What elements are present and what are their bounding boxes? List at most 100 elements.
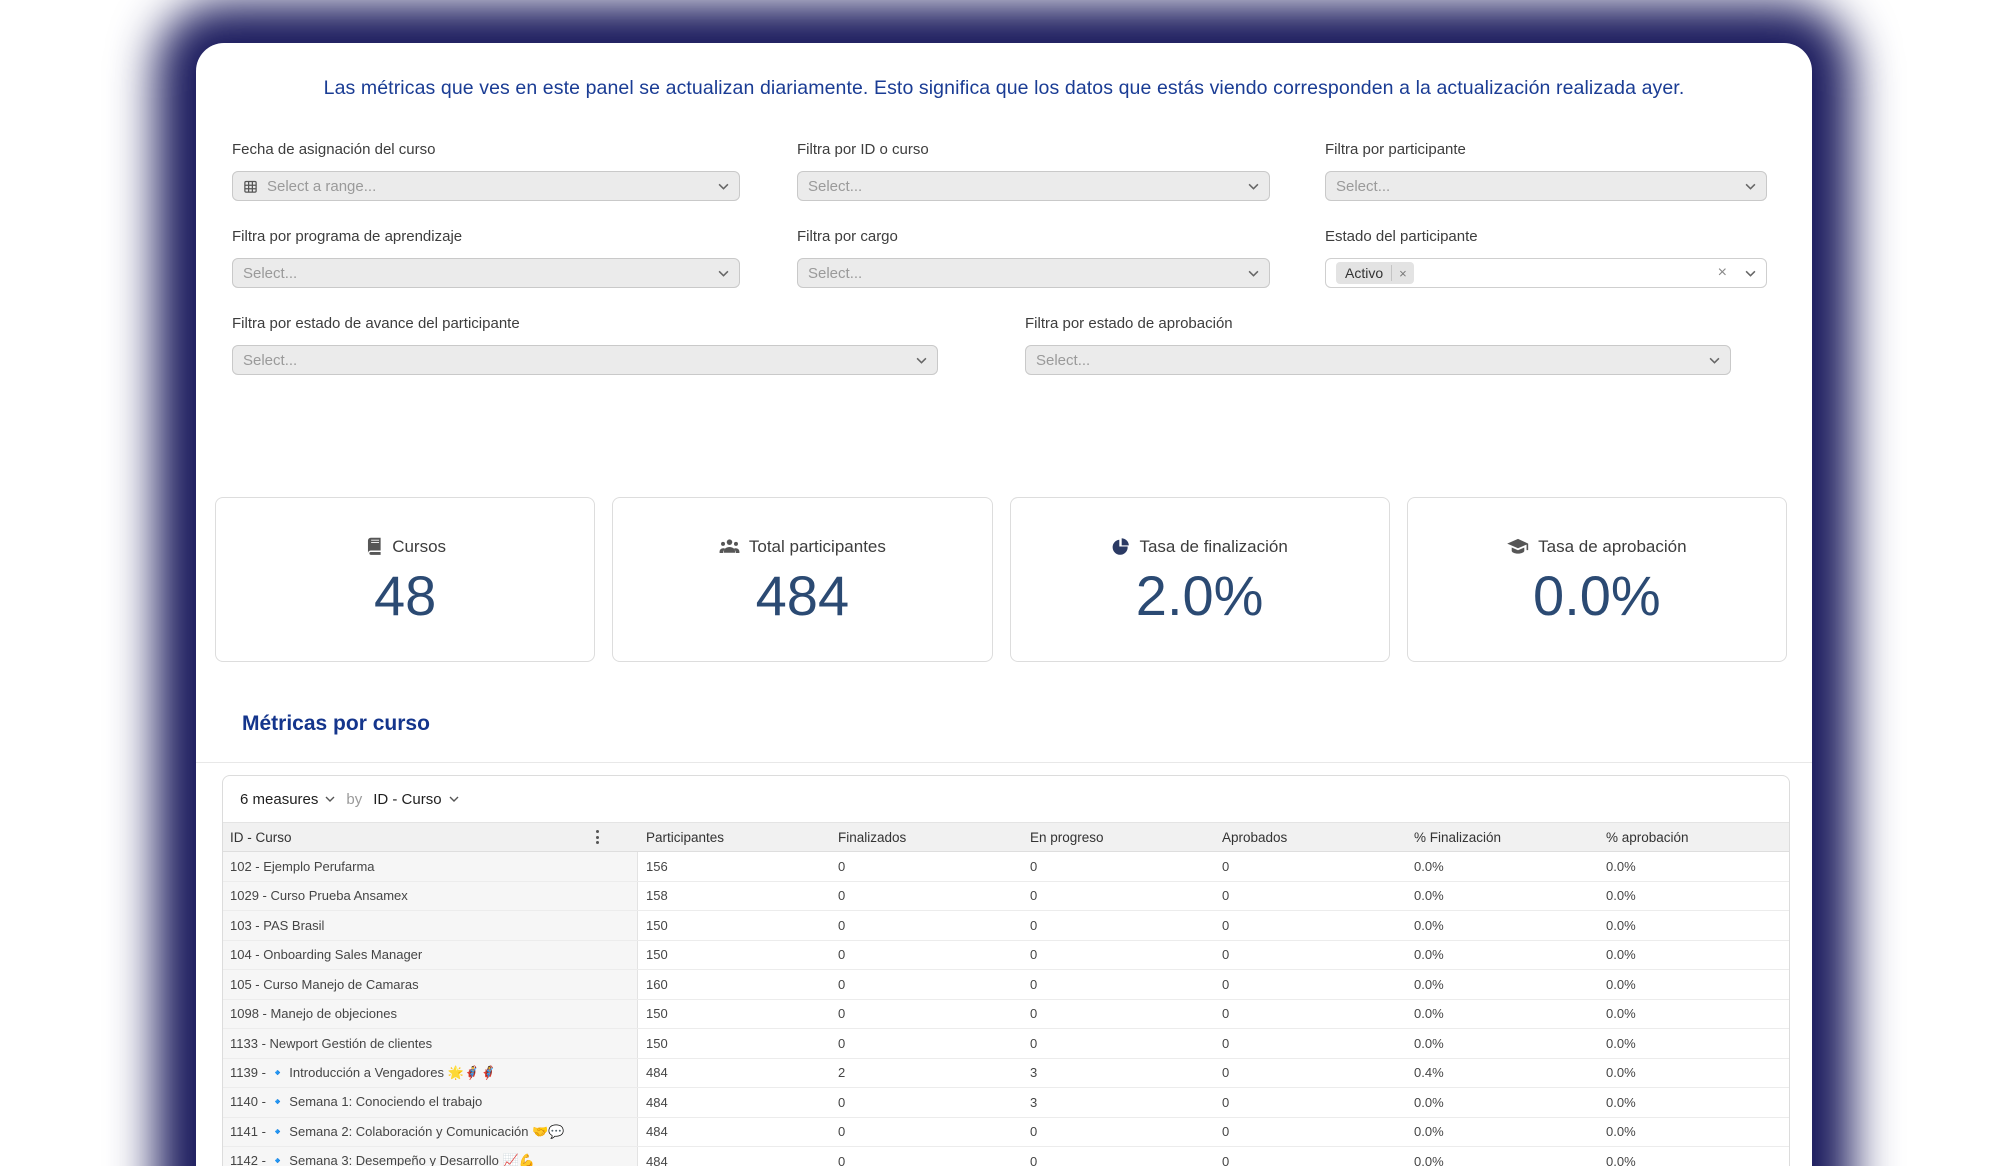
table-row[interactable]: 102 - Ejemplo Perufarma1560000.0%0.0% — [223, 852, 1789, 882]
select-placeholder: Select... — [808, 178, 1240, 195]
metric-cell: 0.0% — [1598, 1147, 1789, 1166]
job-title-select[interactable]: Select... — [797, 258, 1270, 288]
chevron-down-icon[interactable] — [325, 796, 335, 802]
metric-cell: 0 — [830, 1088, 1022, 1117]
approval-status-select[interactable]: Select... — [1025, 345, 1731, 375]
metric-value: 484 — [756, 565, 849, 627]
program-select[interactable]: Select... — [232, 258, 740, 288]
metric-cell: 0 — [1214, 882, 1406, 911]
filter-label: Filtra por estado de avance del particip… — [232, 315, 938, 332]
metric-cell: 0 — [1214, 1059, 1406, 1088]
metric-cell: 0.0% — [1598, 911, 1789, 940]
metric-cell: 0.0% — [1406, 970, 1598, 999]
course-name-cell: 1029 - Curso Prueba Ansamex — [223, 882, 638, 911]
graduation-cap-icon — [1507, 538, 1529, 556]
metric-cell: 484 — [638, 1118, 830, 1147]
filter-label: Estado del participante — [1325, 228, 1767, 245]
column-header-en-progreso[interactable]: En progreso — [1022, 830, 1214, 845]
table-row[interactable]: 1133 - Newport Gestión de clientes150000… — [223, 1029, 1789, 1059]
filter-label: Filtra por programa de aprendizaje — [232, 228, 740, 245]
course-select[interactable]: Select... — [797, 171, 1270, 201]
participant-select[interactable]: Select... — [1325, 171, 1767, 201]
selected-option-chip[interactable]: Activo × — [1336, 262, 1414, 284]
clear-filter-icon[interactable]: × — [1718, 264, 1727, 282]
course-name-cell: 104 - Onboarding Sales Manager — [223, 941, 638, 970]
column-header-participantes[interactable]: Participantes — [638, 830, 830, 845]
metric-value: 0.0% — [1533, 565, 1661, 627]
metric-cell: 0 — [1022, 882, 1214, 911]
metric-cell: 3 — [1022, 1088, 1214, 1117]
section-title: Métricas por curso — [242, 712, 430, 736]
chevron-down-icon — [1248, 183, 1259, 190]
metric-cell: 0 — [830, 852, 1022, 881]
dashboard-card: Las métricas que ves en este panel se ac… — [196, 43, 1812, 1166]
filter-approval-status: Filtra por estado de aprobación Select..… — [1025, 315, 1731, 375]
metric-cell: 0 — [1214, 852, 1406, 881]
table-row[interactable]: 1140 - 🔹 Semana 1: Conociendo el trabajo… — [223, 1088, 1789, 1118]
table-row[interactable]: 105 - Curso Manejo de Camaras1600000.0%0… — [223, 970, 1789, 1000]
participant-status-select[interactable]: Activo × × — [1325, 258, 1767, 288]
metric-cell: 0.4% — [1406, 1059, 1598, 1088]
section-divider — [196, 762, 1812, 763]
metric-cell: 150 — [638, 1029, 830, 1058]
metric-cell: 160 — [638, 970, 830, 999]
select-placeholder: Select... — [243, 265, 710, 282]
column-header-id-curso[interactable]: ID - Curso — [223, 827, 638, 847]
table-row[interactable]: 1142 - 🔹 Semana 3: Desempeño y Desarroll… — [223, 1147, 1789, 1166]
calendar-icon — [243, 179, 258, 194]
metric-cell: 0 — [1022, 941, 1214, 970]
select-placeholder: Select... — [808, 265, 1240, 282]
chevron-down-icon[interactable] — [449, 796, 459, 802]
metric-cell: 2 — [830, 1059, 1022, 1088]
metric-cell: 0 — [1022, 911, 1214, 940]
date-range-select[interactable]: Select a range... — [232, 171, 740, 201]
metric-cell: 150 — [638, 911, 830, 940]
table-row[interactable]: 1139 - 🔹 Introducción a Vengadores 🌟🦸‍♂️… — [223, 1059, 1789, 1089]
table-row[interactable]: 1141 - 🔹 Semana 2: Colaboración y Comuni… — [223, 1118, 1789, 1148]
column-header-finalizacion-pct[interactable]: % Finalización — [1406, 830, 1598, 845]
metric-cell: 0 — [1022, 970, 1214, 999]
metric-cell: 0.0% — [1406, 941, 1598, 970]
metric-cell: 484 — [638, 1059, 830, 1088]
filter-label: Fecha de asignación del curso — [232, 141, 740, 158]
metric-label: Total participantes — [749, 537, 886, 557]
metric-value: 48 — [374, 565, 436, 627]
metric-cell: 0 — [1214, 911, 1406, 940]
table-row[interactable]: 1098 - Manejo de objeciones1500000.0%0.0… — [223, 1000, 1789, 1030]
metric-cell: 0 — [1022, 1118, 1214, 1147]
column-header-aprobacion-pct[interactable]: % aprobación — [1598, 830, 1789, 845]
select-placeholder: Select... — [1336, 178, 1737, 195]
metric-cell: 0 — [1214, 970, 1406, 999]
metric-cell: 0 — [1022, 1147, 1214, 1166]
course-name-cell: 1139 - 🔹 Introducción a Vengadores 🌟🦸‍♂️… — [223, 1059, 638, 1088]
remove-option-icon[interactable]: × — [1392, 266, 1414, 281]
course-name-cell: 1140 - 🔹 Semana 1: Conociendo el trabajo — [223, 1088, 638, 1117]
column-header-aprobados[interactable]: Aprobados — [1214, 830, 1406, 845]
dimension-dropdown[interactable]: ID - Curso — [373, 791, 441, 808]
metric-cell: 0 — [1214, 1118, 1406, 1147]
metric-cell: 0.0% — [1598, 1000, 1789, 1029]
kebab-menu-icon[interactable] — [593, 827, 602, 847]
metric-cell: 0 — [1214, 1000, 1406, 1029]
users-icon — [719, 537, 740, 556]
metric-cell: 0 — [1214, 941, 1406, 970]
metric-cell: 156 — [638, 852, 830, 881]
table-row[interactable]: 103 - PAS Brasil1500000.0%0.0% — [223, 911, 1789, 941]
chevron-down-icon — [718, 183, 729, 190]
metric-cell: 0 — [1022, 852, 1214, 881]
filter-course-id: Filtra por ID o curso Select... — [797, 141, 1270, 201]
table-row[interactable]: 1029 - Curso Prueba Ansamex1580000.0%0.0… — [223, 882, 1789, 912]
measures-dropdown[interactable]: 6 measures — [240, 791, 318, 808]
metric-cell: 158 — [638, 882, 830, 911]
table-header-row: ID - Curso Participantes Finalizados En … — [223, 823, 1789, 852]
by-label: by — [346, 791, 362, 808]
metric-cell: 0 — [830, 1118, 1022, 1147]
column-header-finalizados[interactable]: Finalizados — [830, 830, 1022, 845]
filter-label: Filtra por cargo — [797, 228, 1270, 245]
chevron-down-icon — [1745, 270, 1756, 277]
table-row[interactable]: 104 - Onboarding Sales Manager1500000.0%… — [223, 941, 1789, 971]
metric-cell: 0 — [1022, 1029, 1214, 1058]
progress-status-select[interactable]: Select... — [232, 345, 938, 375]
metric-cell: 0.0% — [1598, 1118, 1789, 1147]
metric-cell: 0 — [830, 1000, 1022, 1029]
